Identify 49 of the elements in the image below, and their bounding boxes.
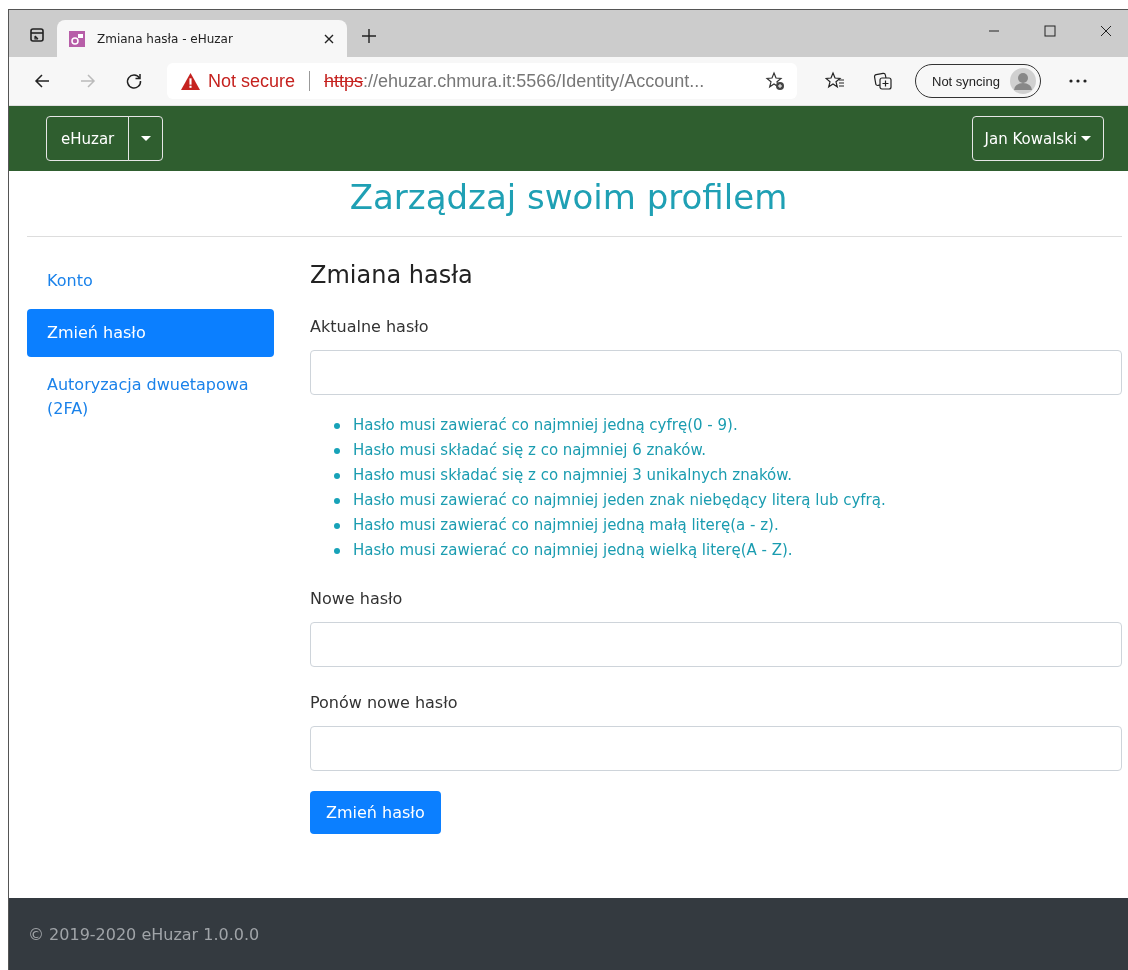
site-favicon-icon: [69, 30, 85, 47]
address-bar[interactable]: Not secure https://ehuzar.chmura.it:5566/Identity/Account...: [167, 63, 797, 99]
more-icon[interactable]: [1068, 79, 1087, 83]
avatar-icon: [1009, 68, 1036, 94]
page-heading: Zarządzaj swoim profilem: [348, 177, 789, 219]
url-text: https://ehuzar.chmura.it:5566/Identity/Account...: [324, 70, 705, 92]
copyright-text: © 2019-2020 eHuzar 1.0.0.0: [28, 924, 260, 944]
collections-icon[interactable]: [873, 71, 893, 91]
brand-dropdown-button[interactable]: [128, 116, 164, 161]
bullet-icon: [334, 547, 340, 554]
new-tab-icon[interactable]: [361, 28, 377, 44]
password-rule: Hasło musi składać się z co najmniej 6 znaków.: [353, 440, 707, 461]
bullet-icon: [334, 472, 340, 479]
password-field[interactable]: [310, 726, 1122, 771]
bullet-icon: [334, 422, 340, 429]
password-rule: Hasło musi zawierać co najmniej jedną małą literę(a - z).: [353, 515, 779, 536]
password-rule: Hasło musi zawierać co najmniej jedną wielką literę(A - Z).: [353, 540, 793, 561]
add-favorite-icon[interactable]: [765, 71, 785, 91]
form-title: Zmiana hasła: [310, 261, 474, 289]
tab-title: Zmiana hasła - eHuzar: [97, 31, 234, 46]
caret-icon: [1081, 136, 1091, 141]
password-rule: Hasło musi zawierać co najmniej jeden znak niebędący literą lub cyfrą.: [353, 490, 886, 511]
maximize-icon[interactable]: [1044, 25, 1056, 37]
sidebar-item[interactable]: Autoryzacja dwuetapowa (2FA): [27, 361, 274, 433]
password-field[interactable]: [310, 350, 1122, 395]
field-label: Ponów nowe hasło: [310, 693, 459, 712]
user-menu-button[interactable]: Jan Kowalski: [971, 116, 1104, 161]
favorites-icon[interactable]: [825, 71, 845, 91]
password-field[interactable]: [310, 622, 1122, 667]
warning-icon: [181, 72, 200, 90]
browser-tab[interactable]: Zmiana hasła - eHuzar: [57, 20, 347, 57]
password-rule: Hasło musi zawierać co najmniej jedną cyfrę(0 - 9).: [353, 415, 738, 436]
brand-button[interactable]: eHuzar: [46, 116, 130, 161]
close-tab-icon[interactable]: [323, 32, 335, 45]
back-icon[interactable]: [33, 72, 51, 90]
sidebar-item[interactable]: Zmień hasło: [27, 309, 274, 357]
bullet-icon: [334, 447, 340, 454]
tab-actions-icon[interactable]: [29, 27, 45, 43]
sidebar-item[interactable]: Konto: [27, 257, 274, 305]
field-label: Nowe hasło: [310, 589, 404, 608]
reload-icon[interactable]: [125, 72, 143, 90]
close-window-icon[interactable]: [1100, 25, 1112, 37]
password-rule: Hasło musi składać się z co najmniej 3 unikalnych znaków.: [353, 465, 792, 486]
bullet-icon: [334, 497, 340, 504]
submit-button[interactable]: Zmień hasło: [310, 791, 441, 834]
bullet-icon: [334, 522, 340, 529]
security-status: Not secure: [208, 70, 296, 92]
caret-icon: [140, 136, 151, 141]
field-label: Aktualne hasło: [310, 317, 430, 336]
